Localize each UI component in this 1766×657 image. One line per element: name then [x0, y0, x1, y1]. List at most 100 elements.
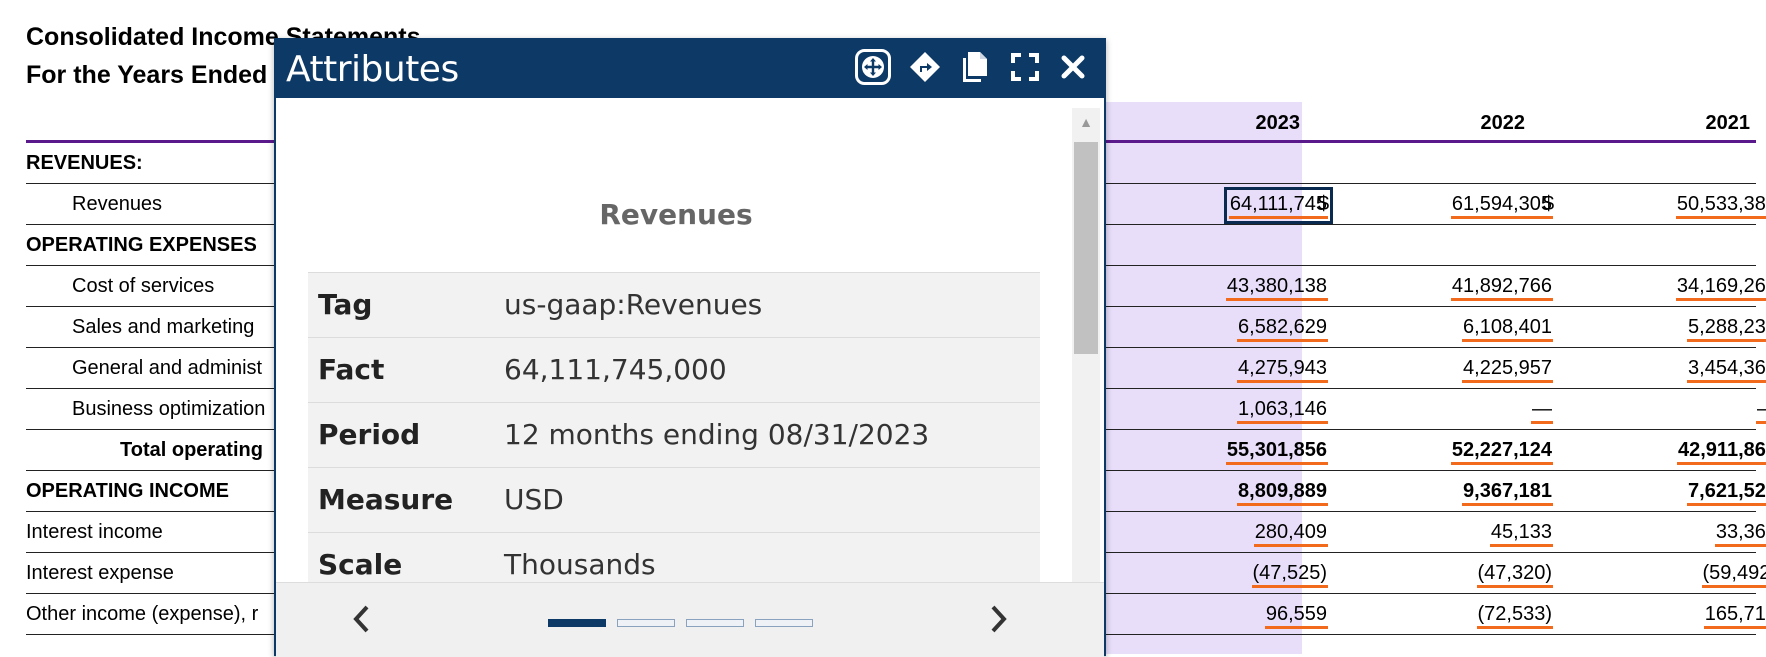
- fact-cell[interactable]: 96,559: [1178, 594, 1328, 634]
- row-label: OPERATING EXPENSES: [26, 225, 257, 265]
- fact-cell[interactable]: 33,365: [1628, 512, 1766, 552]
- attribute-value: us-gaap:Revenues: [504, 273, 762, 337]
- attribute-value: 12 months ending 08/31/2023: [504, 403, 929, 467]
- fact-cell[interactable]: 61,594,305: [1403, 184, 1553, 224]
- fact-cell[interactable]: (47,525): [1178, 553, 1328, 593]
- fact-value[interactable]: 34,169,261: [1676, 274, 1766, 301]
- fullscreen-icon[interactable]: [1006, 48, 1044, 86]
- fact-cell[interactable]: 4,225,957: [1403, 348, 1553, 388]
- fact-value[interactable]: (47,525): [1252, 561, 1329, 588]
- row-label: Interest expense: [26, 553, 174, 593]
- row-label: Other income (expense), r: [26, 594, 258, 634]
- fact-value[interactable]: 6,582,629: [1237, 315, 1328, 342]
- fact-cell[interactable]: 42,911,860: [1628, 430, 1766, 470]
- fact-cell[interactable]: 55,301,856: [1178, 430, 1328, 470]
- row-label: General and administ: [72, 348, 262, 388]
- page-dot[interactable]: [686, 619, 744, 627]
- fact-value[interactable]: 9,367,181: [1462, 479, 1553, 506]
- previous-button[interactable]: [342, 597, 382, 641]
- year-header-2021: 2021: [1630, 112, 1750, 135]
- fact-value[interactable]: —: [1756, 397, 1766, 424]
- fact-value[interactable]: 8,809,889: [1237, 479, 1328, 506]
- fact-cell[interactable]: —: [1403, 389, 1553, 429]
- fact-value[interactable]: 6,108,401: [1462, 315, 1553, 342]
- popup-header[interactable]: Attributes: [276, 40, 1104, 98]
- fact-value[interactable]: 4,275,943: [1237, 356, 1328, 383]
- fact-value[interactable]: 4,225,957: [1462, 356, 1553, 383]
- fact-cell[interactable]: 3,454,362: [1628, 348, 1766, 388]
- fact-cell[interactable]: 1,063,146: [1178, 389, 1328, 429]
- fact-value[interactable]: 7,621,529: [1687, 479, 1766, 506]
- fact-cell[interactable]: 52,227,124: [1403, 430, 1553, 470]
- fact-value[interactable]: —: [1531, 397, 1553, 424]
- fact-value[interactable]: 33,365: [1715, 520, 1766, 547]
- fact-value[interactable]: 280,409: [1254, 520, 1328, 547]
- fact-value[interactable]: 165,714: [1704, 602, 1766, 629]
- fact-value[interactable]: 42,911,860: [1677, 438, 1766, 465]
- fact-value[interactable]: (59,492): [1702, 561, 1766, 588]
- row-label: Sales and marketing: [72, 307, 254, 347]
- fact-value[interactable]: 61,594,305: [1451, 192, 1553, 219]
- row-label: Cost of services: [72, 266, 214, 306]
- fact-value[interactable]: 43,380,138: [1226, 274, 1328, 301]
- fact-cell[interactable]: 280,409: [1178, 512, 1328, 552]
- fact-cell[interactable]: 6,582,629: [1178, 307, 1328, 347]
- fact-cell[interactable]: 4,275,943: [1178, 348, 1328, 388]
- page-dot[interactable]: [755, 619, 813, 627]
- fact-value[interactable]: 55,301,856: [1226, 438, 1328, 465]
- fact-cell[interactable]: 50,533,389: [1628, 184, 1766, 224]
- attributes-popup: Attributes: [274, 38, 1106, 656]
- year-header-2022: 2022: [1405, 112, 1525, 135]
- fact-cell[interactable]: (72,533): [1403, 594, 1553, 634]
- fact-cell: [1178, 225, 1328, 265]
- close-icon[interactable]: [1054, 48, 1092, 86]
- fact-cell[interactable]: 43,380,138: [1178, 266, 1328, 306]
- fact-cell[interactable]: 8,809,889: [1178, 471, 1328, 511]
- concept-label: Revenues: [276, 198, 1076, 231]
- next-button[interactable]: [978, 597, 1018, 641]
- fact-value[interactable]: (72,533): [1477, 602, 1554, 629]
- fact-cell[interactable]: (59,492): [1628, 553, 1766, 593]
- row-label: Revenues: [72, 184, 162, 224]
- attribute-key: Tag: [318, 273, 372, 337]
- fact-cell[interactable]: 34,169,261: [1628, 266, 1766, 306]
- scroll-up-arrow-icon[interactable]: ▲: [1072, 108, 1100, 136]
- fact-value[interactable]: 1,063,146: [1237, 397, 1328, 424]
- attribute-row: Fact64,111,745,000: [308, 337, 1040, 402]
- year-header-2023: 2023: [1180, 112, 1300, 135]
- fact-value[interactable]: (47,320): [1477, 561, 1554, 588]
- scroll-thumb[interactable]: [1074, 142, 1098, 354]
- attribute-key: Period: [318, 403, 420, 467]
- row-label: OPERATING INCOME: [26, 471, 229, 511]
- fact-cell[interactable]: 41,892,766: [1403, 266, 1553, 306]
- fact-cell[interactable]: 45,133: [1403, 512, 1553, 552]
- scrollbar[interactable]: ▲ ▼: [1072, 108, 1100, 620]
- copy-icon[interactable]: [956, 48, 994, 86]
- fact-cell[interactable]: 5,288,237: [1628, 307, 1766, 347]
- selected-fact-value[interactable]: 64,111,745: [1229, 192, 1328, 219]
- fact-cell[interactable]: —: [1628, 389, 1766, 429]
- fact-value[interactable]: 50,533,389: [1676, 192, 1766, 219]
- fact-cell[interactable]: 9,367,181: [1403, 471, 1553, 511]
- fact-value[interactable]: 41,892,766: [1451, 274, 1553, 301]
- fact-cell: [1628, 225, 1766, 265]
- row-label: Total operating: [120, 430, 263, 470]
- move-icon[interactable]: [854, 48, 892, 86]
- attribute-key: Fact: [318, 338, 384, 402]
- fact-value[interactable]: 5,288,237: [1687, 315, 1766, 342]
- fact-cell[interactable]: (47,320): [1403, 553, 1553, 593]
- fact-value[interactable]: 96,559: [1265, 602, 1328, 629]
- attribute-row: Tag us-gaap:Revenues: [308, 272, 1040, 337]
- row-label: Business optimization: [72, 389, 265, 429]
- fact-cell[interactable]: 165,714: [1628, 594, 1766, 634]
- fact-cell[interactable]: 7,621,529: [1628, 471, 1766, 511]
- fact-value[interactable]: 3,454,362: [1687, 356, 1766, 383]
- fact-value[interactable]: 45,133: [1490, 520, 1553, 547]
- fact-cell[interactable]: 6,108,401: [1403, 307, 1553, 347]
- fact-cell[interactable]: 64,111,745: [1178, 184, 1328, 224]
- page-dot[interactable]: [548, 619, 606, 627]
- chevron-right-icon: [978, 597, 1018, 641]
- fact-value[interactable]: 52,227,124: [1451, 438, 1553, 465]
- directions-icon[interactable]: [906, 48, 944, 86]
- page-dot[interactable]: [617, 619, 675, 627]
